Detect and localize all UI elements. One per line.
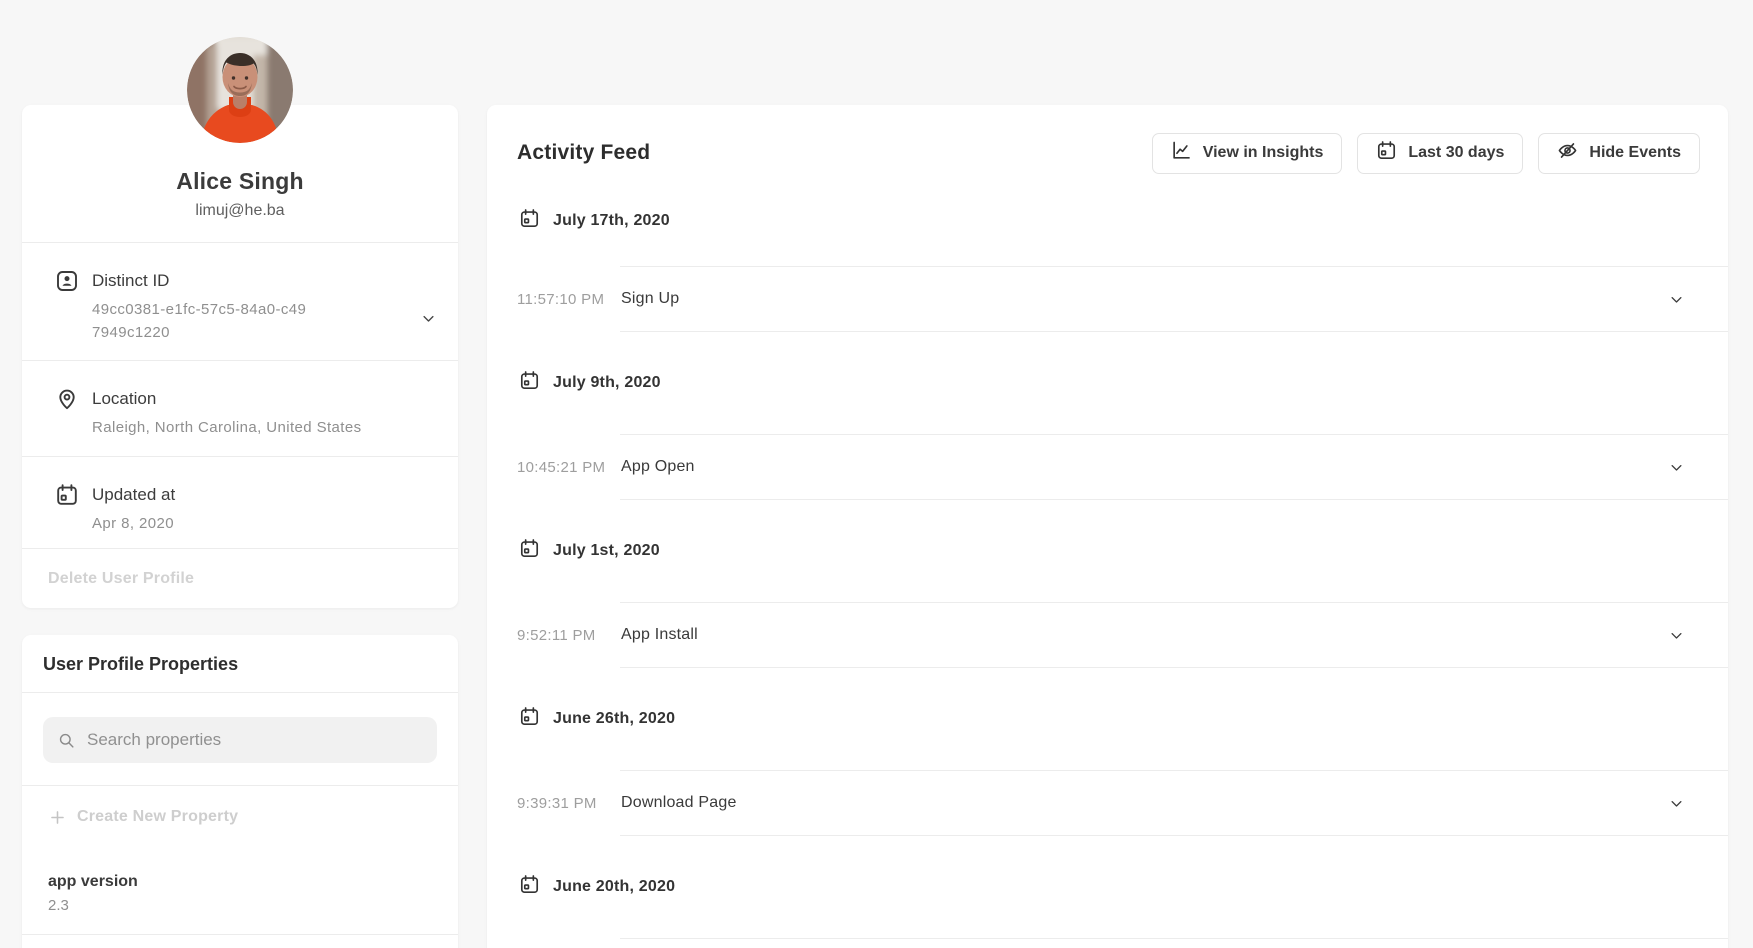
create-property-row[interactable]: Create New Property [22, 785, 458, 848]
event-row[interactable]: 9:39:31 PM Download Page [487, 771, 1728, 835]
divider [620, 938, 1728, 939]
feed-date-group: June 20th, 2020 [487, 836, 1728, 939]
feed-date-group: July 9th, 2020 10:45:21 PM App Open [487, 332, 1728, 500]
feed-date-header: July 1st, 2020 [487, 500, 1728, 602]
event-time: 9:39:31 PM [517, 795, 621, 812]
profile-email: limuj@he.ba [22, 202, 458, 220]
avatar [187, 37, 293, 143]
event-row[interactable]: 10:45:21 PM App Open [487, 435, 1728, 499]
chevron-down-icon[interactable] [1669, 292, 1684, 307]
button-label: Last 30 days [1408, 144, 1504, 162]
field-value: 49cc0381-e1fc-57c5-84a0-c497949c1220 [92, 298, 310, 344]
delete-profile-row: Delete User Profile [22, 548, 458, 608]
field-label: Updated at [92, 484, 175, 505]
calendar-icon [519, 370, 540, 396]
feed-date-group: July 17th, 2020 11:57:10 PM Sign Up [487, 175, 1728, 332]
line-chart-icon [1171, 140, 1192, 166]
create-new-property-button[interactable]: Create New Property [77, 808, 238, 826]
search-properties-input[interactable] [87, 730, 423, 750]
view-in-insights-button[interactable]: View in Insights [1152, 133, 1343, 174]
feed-date-group: July 1st, 2020 9:52:11 PM App Install [487, 500, 1728, 668]
property-value: 2.3 [48, 897, 458, 914]
eye-off-icon [1557, 140, 1578, 166]
user-profile-card: Alice Singh limuj@he.ba Distinct ID 49cc… [22, 105, 458, 608]
last-30-days-button[interactable]: Last 30 days [1357, 133, 1523, 174]
properties-title: User Profile Properties [22, 635, 458, 692]
activity-feed-header: Activity Feed View in Insights Last 30 d… [487, 105, 1728, 175]
feed-date-label: June 26th, 2020 [553, 710, 675, 728]
field-label: Distinct ID [92, 270, 310, 291]
property-list: app version 2.3 [22, 848, 458, 935]
hide-events-button[interactable]: Hide Events [1538, 133, 1700, 174]
feed-date-group: June 26th, 2020 9:39:31 PM Download Page [487, 668, 1728, 836]
profile-name: Alice Singh [22, 168, 458, 195]
contact-card-icon [55, 269, 79, 293]
field-label: Location [92, 388, 362, 409]
avatar-image [187, 37, 293, 143]
location-pin-icon [55, 387, 79, 411]
feed-date-label: July 1st, 2020 [553, 542, 660, 560]
event-name: Sign Up [621, 290, 1669, 308]
user-profile-properties-card: User Profile Properties Create New Prope… [22, 635, 458, 948]
search-block [22, 692, 458, 785]
profile-field: Updated at Apr 8, 2020 [22, 456, 458, 548]
field-value: Apr 8, 2020 [92, 512, 175, 535]
profile-field: Location Raleigh, North Carolina, United… [22, 360, 458, 456]
calendar-icon [519, 538, 540, 564]
event-name: Download Page [621, 794, 1669, 812]
left-column: Alice Singh limuj@he.ba Distinct ID 49cc… [22, 105, 458, 948]
calendar-icon [1376, 140, 1397, 166]
activity-feed-card: Activity Feed View in Insights Last 30 d… [487, 105, 1728, 948]
event-time: 11:57:10 PM [517, 291, 621, 308]
calendar-icon [55, 483, 79, 507]
calendar-icon [519, 706, 540, 732]
feed-date-header: June 26th, 2020 [487, 668, 1728, 770]
button-label: Hide Events [1589, 144, 1681, 162]
event-time: 9:52:11 PM [517, 627, 621, 644]
feed-date-header: July 9th, 2020 [487, 332, 1728, 434]
feed-date-label: July 9th, 2020 [553, 374, 661, 392]
property-name: app version [48, 873, 458, 891]
feed-date-label: July 17th, 2020 [553, 212, 670, 230]
chevron-down-icon[interactable] [1669, 460, 1684, 475]
profile-field: Distinct ID 49cc0381-e1fc-57c5-84a0-c497… [22, 242, 458, 360]
property-item: app version 2.3 [22, 848, 458, 935]
event-time: 10:45:21 PM [517, 459, 621, 476]
chevron-down-icon[interactable] [421, 311, 436, 326]
event-name: App Open [621, 458, 1669, 476]
chevron-down-icon[interactable] [1669, 628, 1684, 643]
activity-feed-title: Activity Feed [517, 141, 650, 165]
calendar-icon [519, 208, 540, 234]
calendar-icon [519, 874, 540, 900]
button-label: View in Insights [1203, 144, 1324, 162]
chevron-down-icon[interactable] [1669, 796, 1684, 811]
feed-date-label: June 20th, 2020 [553, 878, 675, 896]
profile-fields: Distinct ID 49cc0381-e1fc-57c5-84a0-c497… [22, 242, 458, 548]
event-row[interactable]: 11:57:10 PM Sign Up [487, 267, 1728, 331]
event-row[interactable]: 9:52:11 PM App Install [487, 603, 1728, 667]
event-name: App Install [621, 626, 1669, 644]
feed-date-header: July 17th, 2020 [487, 175, 1728, 266]
feed-actions: View in Insights Last 30 days Hide Event… [1152, 133, 1700, 174]
search-box[interactable] [43, 717, 437, 763]
field-value: Raleigh, North Carolina, United States [92, 416, 362, 439]
feed-date-header: June 20th, 2020 [487, 836, 1728, 938]
plus-icon [48, 808, 67, 827]
activity-feed-list: July 17th, 2020 11:57:10 PM Sign Up July… [487, 175, 1728, 939]
search-icon [57, 731, 76, 750]
delete-user-profile-button[interactable]: Delete User Profile [48, 570, 194, 587]
